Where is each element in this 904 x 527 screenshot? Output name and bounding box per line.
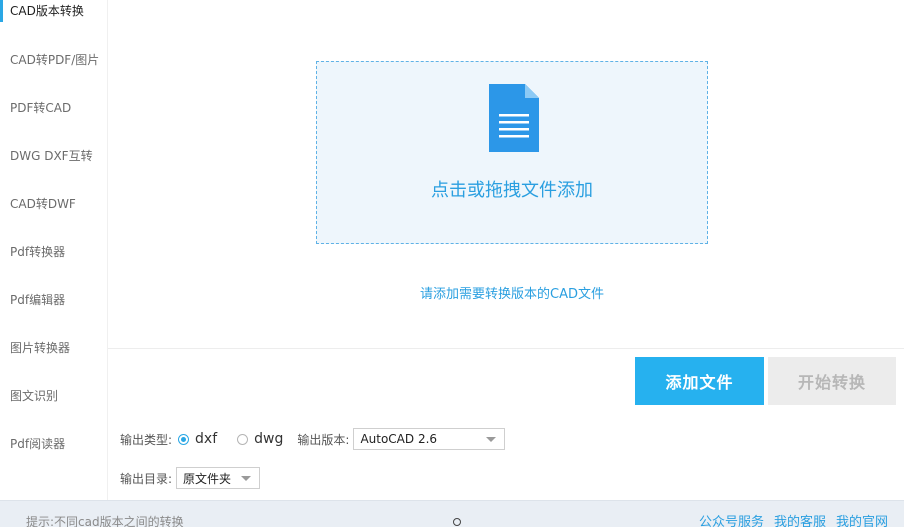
sidebar-item-label: CAD版本转换 [10, 4, 84, 18]
divider [108, 348, 904, 349]
footer-link-customer-service[interactable]: 我的客服 [774, 511, 826, 527]
output-type-label: 输出类型: [120, 432, 173, 447]
radio-dwg[interactable] [237, 433, 249, 445]
app-window: CAD版本转换 CAD转PDF/图片 PDF转CAD DWG DXF互转 CAD… [0, 0, 904, 527]
sidebar-item-label: CAD转PDF/图片 [10, 53, 100, 67]
chevron-down-icon [241, 476, 252, 481]
footer-link-wechat-service[interactable]: 公众号服务 [699, 511, 764, 527]
sidebar-item-cad-to-dwf[interactable]: CAD转DWF [0, 180, 107, 228]
footer-link-official-site[interactable]: 我的官网 [836, 511, 888, 527]
sidebar-item-ocr[interactable]: 图文识别 [0, 372, 107, 420]
sidebar-item-dwg-dxf[interactable]: DWG DXF互转 [0, 132, 107, 180]
add-cad-file-hint-link[interactable]: 请添加需要转换版本的CAD文件 [316, 283, 708, 302]
sidebar-item-label: PDF转CAD [10, 101, 72, 115]
sidebar-item-image-converter[interactable]: 图片转换器 [0, 324, 107, 372]
sidebar-item-label: 图片转换器 [10, 341, 71, 355]
sidebar-item-label: 图文识别 [10, 389, 59, 403]
chevron-down-icon [486, 437, 497, 442]
output-dir-value: 原文件夹 [183, 471, 232, 486]
sidebar: CAD版本转换 CAD转PDF/图片 PDF转CAD DWG DXF互转 CAD… [0, 0, 108, 500]
sidebar-item-cad-version-convert[interactable]: CAD版本转换 [0, 0, 107, 22]
output-version-value: AutoCAD 2.6 [360, 432, 438, 446]
sidebar-item-pdf-editor[interactable]: Pdf编辑器 [0, 276, 107, 324]
sidebar-item-label: DWG DXF互转 [10, 149, 93, 163]
mouse-cursor-icon [453, 518, 461, 526]
radio-dxf[interactable] [178, 433, 190, 445]
output-dir-select[interactable]: 原文件夹 [176, 467, 261, 489]
drop-zone-text: 点击或拖拽文件添加 [431, 180, 593, 201]
footer-links: 公众号服务 我的客服 我的官网 [699, 511, 888, 527]
output-version-label: 输出版本: [297, 432, 350, 447]
output-dir-label: 输出目录: [120, 471, 173, 486]
sidebar-item-pdf-to-cad[interactable]: PDF转CAD [0, 84, 107, 132]
sidebar-item-label: Pdf阅读器 [10, 437, 66, 451]
output-options-row: 输出类型: dxf dwg 输出版本: AutoCAD 2.6 [120, 428, 506, 450]
radio-dwg-label[interactable]: dwg [254, 431, 283, 447]
sidebar-item-cad-to-pdf[interactable]: CAD转PDF/图片 [0, 36, 107, 84]
output-version-select[interactable]: AutoCAD 2.6 [353, 428, 506, 450]
sidebar-item-pdf-reader[interactable]: Pdf阅读器 [0, 420, 107, 468]
sidebar-item-pdf-converter[interactable]: Pdf转换器 [0, 228, 107, 276]
output-dir-row: 输出目录: 原文件夹 [120, 467, 261, 489]
sidebar-item-label: Pdf转换器 [10, 245, 66, 259]
file-drop-zone[interactable]: 点击或拖拽文件添加 [316, 61, 708, 244]
sidebar-item-label: Pdf编辑器 [10, 293, 66, 307]
start-convert-button[interactable]: 开始转换 [768, 357, 896, 405]
document-icon [489, 84, 539, 152]
add-file-button[interactable]: 添加文件 [635, 357, 764, 405]
footer-bar: 提示:不同cad版本之间的转换 公众号服务 我的客服 我的官网 [0, 500, 904, 527]
sidebar-item-label: CAD转DWF [10, 197, 76, 211]
radio-dxf-label[interactable]: dxf [195, 431, 217, 447]
footer-tip: 提示:不同cad版本之间的转换 [26, 515, 184, 527]
